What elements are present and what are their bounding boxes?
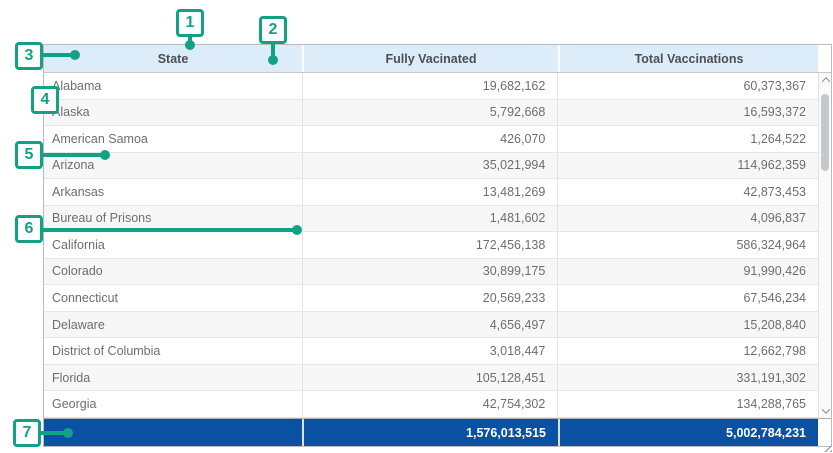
- annotation-marker-1: 1: [176, 9, 204, 37]
- annotation-marker-4: 4: [31, 86, 59, 114]
- total-vaccinations-cell: 15,208,840: [557, 312, 818, 338]
- total-vaccinations-cell: 12,662,798: [557, 338, 818, 364]
- fully-vaccinated-cell: 426,070: [302, 126, 558, 152]
- column-header-state[interactable]: State: [44, 45, 302, 72]
- annotation-label: 6: [25, 220, 34, 238]
- page: State Fully Vacinated Total Vaccinations…: [0, 0, 833, 453]
- fully-vaccinated-cell: 13,481,269: [302, 179, 558, 205]
- fully-vaccinated-cell: 35,021,994: [302, 153, 558, 179]
- state-cell: Colorado: [44, 259, 302, 285]
- table-row[interactable]: Arizona 35,021,994 114,962,359: [44, 153, 818, 180]
- total-vaccinations-cell: 1,264,522: [557, 126, 818, 152]
- table-row[interactable]: Georgia 42,754,302 134,288,765: [44, 391, 818, 418]
- total-vaccinations-cell: 67,546,234: [557, 285, 818, 311]
- annotation-label: 1: [186, 14, 195, 32]
- state-cell: Georgia: [44, 391, 302, 417]
- table-row[interactable]: District of Columbia 3,018,447 12,662,79…: [44, 338, 818, 365]
- table-row[interactable]: Alaska 5,792,668 16,593,372: [44, 100, 818, 127]
- state-cell: Connecticut: [44, 285, 302, 311]
- annotation-6-connector: [42, 228, 296, 232]
- annotation-5-dot: [100, 150, 110, 160]
- table-row[interactable]: Arkansas 13,481,269 42,873,453: [44, 179, 818, 206]
- footer-total-vaccinations-total: 5,002,784,231: [558, 419, 818, 446]
- fully-vaccinated-cell: 30,899,175: [302, 259, 558, 285]
- fully-vaccinated-cell: 4,656,497: [302, 312, 558, 338]
- annotation-label: 5: [25, 146, 34, 164]
- footer-state-cell: [44, 419, 302, 446]
- fully-vaccinated-cell: 5,792,668: [302, 100, 558, 126]
- total-vaccinations-cell: 4,096,837: [557, 206, 818, 232]
- scrollbar-header-spacer: [818, 45, 831, 72]
- scroll-down-button[interactable]: [819, 404, 832, 418]
- annotation-label: 7: [23, 424, 32, 442]
- annotation-3-dot: [70, 50, 80, 60]
- fully-vaccinated-cell: 19,682,162: [302, 73, 558, 99]
- total-vaccinations-cell: 60,373,367: [557, 73, 818, 99]
- vertical-scrollbar[interactable]: [818, 73, 831, 418]
- table-row[interactable]: Florida 105,128,451 331,191,302: [44, 365, 818, 392]
- annotation-7-dot: [63, 428, 73, 438]
- chevron-up-icon: [821, 77, 829, 85]
- table-row[interactable]: Delaware 4,656,497 15,208,840: [44, 312, 818, 339]
- annotation-3-connector: [42, 53, 72, 57]
- table-footer-totals: 1,576,013,515 5,002,784,231: [44, 418, 831, 446]
- total-vaccinations-cell: 134,288,765: [557, 391, 818, 417]
- state-cell: District of Columbia: [44, 338, 302, 364]
- total-vaccinations-cell: 114,962,359: [557, 153, 818, 179]
- table-row[interactable]: Alabama 19,682,162 60,373,367: [44, 73, 818, 100]
- table-row[interactable]: California 172,456,138 586,324,964: [44, 232, 818, 259]
- state-cell: Florida: [44, 365, 302, 391]
- state-cell: Alabama: [44, 73, 302, 99]
- annotation-marker-2: 2: [259, 16, 287, 44]
- vaccination-table: State Fully Vacinated Total Vaccinations…: [43, 44, 832, 447]
- annotation-1-dot: [185, 40, 195, 50]
- annotation-marker-5: 5: [15, 141, 43, 169]
- annotation-marker-3: 3: [15, 42, 43, 70]
- fully-vaccinated-cell: 20,569,233: [302, 285, 558, 311]
- table-body: Alabama 19,682,162 60,373,367 Alaska 5,7…: [44, 73, 818, 418]
- annotation-2-dot: [268, 55, 278, 65]
- table-row[interactable]: Connecticut 20,569,233 67,546,234: [44, 285, 818, 312]
- annotation-6-dot: [292, 225, 302, 235]
- fully-vaccinated-cell: 172,456,138: [302, 232, 558, 258]
- state-cell: American Samoa: [44, 126, 302, 152]
- state-cell: Alaska: [44, 100, 302, 126]
- total-vaccinations-cell: 331,191,302: [557, 365, 818, 391]
- footer-fully-vaccinated-total: 1,576,013,515: [302, 419, 558, 446]
- fully-vaccinated-cell: 3,018,447: [302, 338, 558, 364]
- state-cell: Arkansas: [44, 179, 302, 205]
- annotation-label: 2: [269, 21, 278, 39]
- scroll-up-button[interactable]: [819, 73, 832, 87]
- annotation-5-connector: [42, 153, 104, 157]
- state-cell: California: [44, 232, 302, 258]
- table-row[interactable]: American Samoa 426,070 1,264,522: [44, 126, 818, 153]
- table-body-wrap: Alabama 19,682,162 60,373,367 Alaska 5,7…: [44, 73, 831, 418]
- annotation-label: 3: [25, 47, 34, 65]
- fully-vaccinated-cell: 105,128,451: [302, 365, 558, 391]
- total-vaccinations-cell: 42,873,453: [557, 179, 818, 205]
- total-vaccinations-cell: 586,324,964: [557, 232, 818, 258]
- footer-scrollbar-spacer: [818, 419, 831, 446]
- table-row[interactable]: Colorado 30,899,175 91,990,426: [44, 259, 818, 286]
- table-header: State Fully Vacinated Total Vaccinations: [44, 45, 831, 73]
- total-vaccinations-cell: 91,990,426: [557, 259, 818, 285]
- fully-vaccinated-cell: 1,481,602: [302, 206, 558, 232]
- column-header-fully-vaccinated[interactable]: Fully Vacinated: [302, 45, 558, 72]
- annotation-label: 4: [41, 91, 50, 109]
- scrollbar-thumb[interactable]: [821, 94, 829, 171]
- annotation-marker-7: 7: [13, 419, 41, 447]
- fully-vaccinated-cell: 42,754,302: [302, 391, 558, 417]
- annotation-marker-6: 6: [15, 215, 43, 243]
- total-vaccinations-cell: 16,593,372: [557, 100, 818, 126]
- chevron-down-icon: [821, 405, 829, 413]
- state-cell: Delaware: [44, 312, 302, 338]
- column-header-total-vaccinations[interactable]: Total Vaccinations: [558, 45, 818, 72]
